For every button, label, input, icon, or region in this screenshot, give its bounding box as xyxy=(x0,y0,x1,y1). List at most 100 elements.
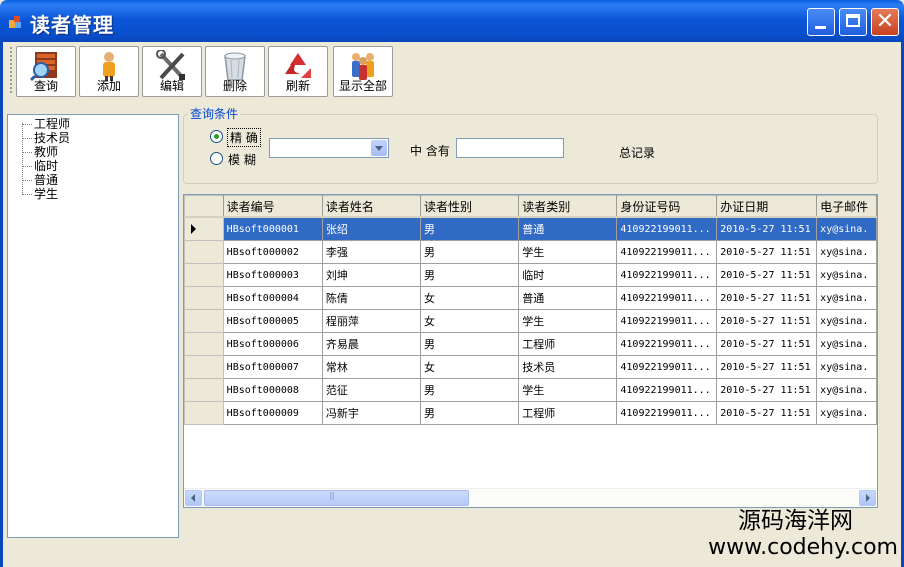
table-cell[interactable]: HBsoft000008 xyxy=(222,378,323,402)
row-header[interactable] xyxy=(184,401,224,425)
table-cell[interactable]: 410922199011... xyxy=(616,332,718,356)
delete-button[interactable]: 删除 xyxy=(205,46,265,97)
table-cell[interactable]: HBsoft000002 xyxy=(222,240,323,264)
table-cell[interactable]: 齐易晨 xyxy=(321,332,422,356)
table-cell[interactable]: 410922199011... xyxy=(616,378,718,402)
exact-radio-label[interactable]: 精 确 xyxy=(227,128,261,147)
table-cell[interactable]: 程丽萍 xyxy=(321,309,422,333)
table-row[interactable]: HBsoft000001 张绍男普通 410922199011... 2010-5-2… xyxy=(184,216,877,241)
table-cell[interactable]: 张绍 xyxy=(321,216,422,241)
title-bar[interactable]: 读者管理 ✕ xyxy=(0,0,904,42)
table-cell[interactable]: xy@sina. xyxy=(816,240,877,264)
row-header[interactable] xyxy=(184,216,224,241)
table-row[interactable]: HBsoft000005 程丽萍女学生 410922199011... 2010-5-… xyxy=(184,309,877,333)
table-cell[interactable]: 410922199011... xyxy=(616,401,718,425)
minimize-button[interactable] xyxy=(807,8,835,36)
column-header[interactable]: 电子邮件 xyxy=(816,195,877,218)
table-cell[interactable]: 技术员 xyxy=(518,355,618,379)
add-button[interactable]: 添加 xyxy=(79,46,139,97)
table-cell[interactable]: HBsoft000004 xyxy=(222,286,323,310)
table-cell[interactable]: xy@sina. xyxy=(816,355,877,379)
table-cell[interactable]: 2010-5-27 11:51 xyxy=(716,378,818,402)
table-cell[interactable]: xy@sina. xyxy=(816,332,877,356)
table-row[interactable]: HBsoft000002 李强男学生 410922199011... 2010-5-2… xyxy=(184,240,877,264)
maximize-button[interactable] xyxy=(839,8,867,36)
table-cell[interactable]: 2010-5-27 11:51 xyxy=(716,216,818,241)
column-header[interactable]: 读者性别 xyxy=(420,195,520,218)
table-cell[interactable]: xy@sina. xyxy=(816,263,877,287)
keyword-input[interactable] xyxy=(456,138,564,158)
table-cell[interactable]: xy@sina. xyxy=(816,378,877,402)
chevron-down-icon[interactable] xyxy=(371,140,387,156)
row-header[interactable] xyxy=(184,355,224,379)
column-header[interactable]: 读者编号 xyxy=(222,195,323,218)
table-row[interactable]: HBsoft000004 陈倩女普通 410922199011... 2010-5-2… xyxy=(184,286,877,310)
table-cell[interactable]: 冯新宇 xyxy=(321,401,422,425)
scroll-right-icon[interactable] xyxy=(859,490,876,506)
table-cell[interactable]: 2010-5-27 11:51 xyxy=(716,263,818,287)
table-cell[interactable]: 学生 xyxy=(518,309,618,333)
edit-button[interactable]: 编辑 xyxy=(142,46,202,97)
table-cell[interactable]: 刘坤 xyxy=(321,263,422,287)
table-row[interactable]: HBsoft000006 齐易晨男工程师 410922199011... 2010-5… xyxy=(184,332,877,356)
table-cell[interactable]: HBsoft000009 xyxy=(222,401,323,425)
table-cell[interactable]: 普通 xyxy=(518,286,618,310)
scroll-thumb[interactable] xyxy=(204,490,469,506)
table-cell[interactable]: 2010-5-27 11:51 xyxy=(716,355,818,379)
table-cell[interactable]: 男 xyxy=(420,378,520,402)
table-cell[interactable]: xy@sina. xyxy=(816,401,877,425)
column-header[interactable]: 身份证号码 xyxy=(616,195,718,218)
table-cell[interactable]: 410922199011... xyxy=(616,355,718,379)
table-cell[interactable]: 范征 xyxy=(321,378,422,402)
column-header[interactable]: 读者姓名 xyxy=(321,195,422,218)
category-tree[interactable]: 工程师 技术员 教师 临时 普通 学生 xyxy=(7,114,179,538)
table-cell[interactable]: HBsoft000007 xyxy=(222,355,323,379)
table-cell[interactable]: 410922199011... xyxy=(616,286,718,310)
table-cell[interactable]: 410922199011... xyxy=(616,263,718,287)
table-cell[interactable]: 女 xyxy=(420,309,520,333)
row-header[interactable] xyxy=(184,263,224,287)
table-cell[interactable]: 2010-5-27 11:51 xyxy=(716,401,818,425)
table-cell[interactable]: 男 xyxy=(420,401,520,425)
table-cell[interactable]: 2010-5-27 11:51 xyxy=(716,286,818,310)
row-header[interactable] xyxy=(184,240,224,264)
table-cell[interactable]: 女 xyxy=(420,355,520,379)
query-button[interactable]: 查询 xyxy=(16,46,76,97)
table-cell[interactable]: 男 xyxy=(420,240,520,264)
table-cell[interactable]: 男 xyxy=(420,263,520,287)
table-cell[interactable]: 410922199011... xyxy=(616,309,718,333)
tree-item-technician[interactable]: 技术员 xyxy=(22,131,70,145)
table-cell[interactable]: xy@sina. xyxy=(816,286,877,310)
show-all-button[interactable]: 显示全部 xyxy=(333,46,393,97)
table-cell[interactable]: 2010-5-27 11:51 xyxy=(716,332,818,356)
table-cell[interactable]: 410922199011... xyxy=(616,216,718,241)
scroll-left-icon[interactable] xyxy=(185,490,202,506)
table-cell[interactable]: HBsoft000003 xyxy=(222,263,323,287)
tree-item-regular[interactable]: 普通 xyxy=(22,173,58,187)
tree-item-teacher[interactable]: 教师 xyxy=(22,145,58,159)
table-cell[interactable]: HBsoft000001 xyxy=(222,216,323,241)
table-cell[interactable]: xy@sina. xyxy=(816,309,877,333)
tree-item-student[interactable]: 学生 xyxy=(22,187,58,201)
horizontal-scrollbar[interactable] xyxy=(184,488,877,507)
table-row[interactable]: HBsoft000007 常林女技术员 410922199011... 2010-5-… xyxy=(184,355,877,379)
table-cell[interactable]: 工程师 xyxy=(518,332,618,356)
readers-grid[interactable]: 读者编号 读者姓名 读者性别 读者类别 身份证号码 办证日期 电子邮件 HBso… xyxy=(183,194,878,508)
table-row[interactable]: HBsoft000003 刘坤男临时 410922199011... 2010-5-2… xyxy=(184,263,877,287)
table-cell[interactable]: 临时 xyxy=(518,263,618,287)
fuzzy-radio-label[interactable]: 模 糊 xyxy=(228,151,256,168)
table-cell[interactable]: 常林 xyxy=(321,355,422,379)
field-select[interactable] xyxy=(269,138,389,158)
column-header[interactable]: 办证日期 xyxy=(716,195,818,218)
table-cell[interactable]: 女 xyxy=(420,286,520,310)
fuzzy-radio[interactable] xyxy=(210,152,223,165)
table-cell[interactable]: 410922199011... xyxy=(616,240,718,264)
table-cell[interactable]: 陈倩 xyxy=(321,286,422,310)
tree-item-temporary[interactable]: 临时 xyxy=(22,159,58,173)
table-row[interactable]: HBsoft000008 范征男学生 410922199011... 2010-5-2… xyxy=(184,378,877,402)
table-cell[interactable]: 2010-5-27 11:51 xyxy=(716,309,818,333)
table-cell[interactable]: 学生 xyxy=(518,378,618,402)
close-button[interactable]: ✕ xyxy=(871,8,899,36)
table-cell[interactable]: HBsoft000005 xyxy=(222,309,323,333)
refresh-button[interactable]: 刷新 xyxy=(268,46,328,97)
